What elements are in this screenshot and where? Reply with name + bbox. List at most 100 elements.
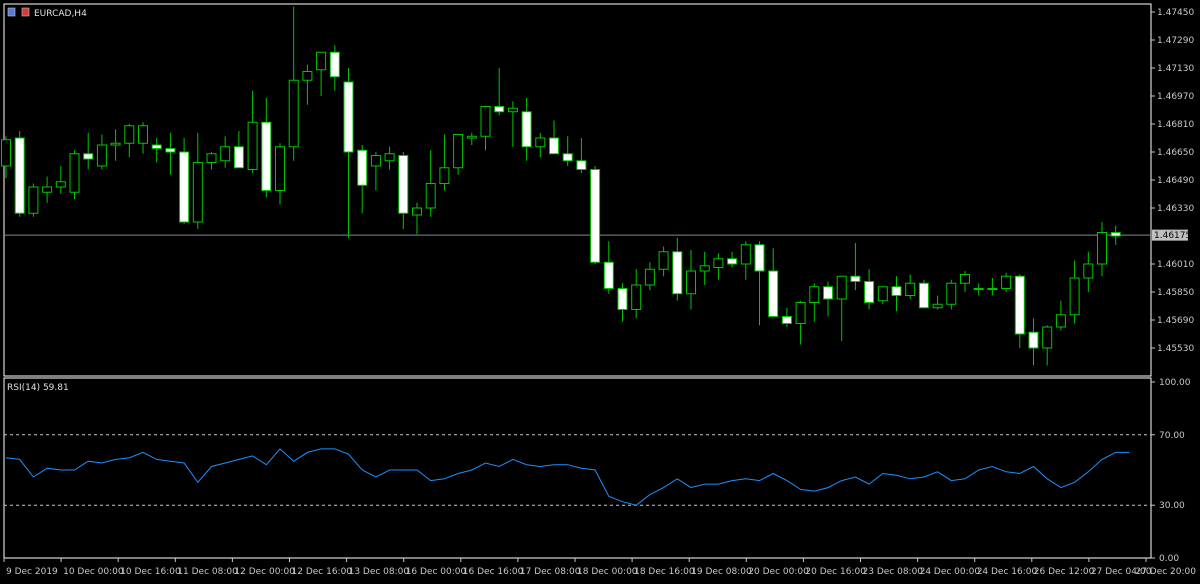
candle-body	[960, 274, 970, 284]
candle-body	[699, 265, 710, 272]
candle-body	[740, 244, 751, 265]
time-tick-label: 17 Dec 08:00	[520, 567, 581, 577]
time-tick-label: 13 Dec 08:00	[349, 567, 410, 577]
candle-body	[905, 282, 916, 296]
time-tick-label: 23 Dec 08:00	[863, 567, 924, 577]
flag-ca-icon	[21, 7, 30, 17]
candle-body	[425, 183, 436, 209]
chart-window[interactable]: 1.47450 1.47290 1.47130 1.46970 1.46810 1.466…	[0, 0, 1200, 584]
candle	[918, 279, 929, 309]
price-tick-label: 1.47130	[1157, 64, 1194, 74]
price-tick-label: 1.46490	[1157, 176, 1194, 186]
candle-body	[1069, 277, 1080, 316]
candle-body	[275, 146, 285, 191]
candle-body	[55, 181, 66, 188]
rsi-label: RSI(14) 59.81	[7, 383, 69, 393]
candle-body	[179, 151, 190, 223]
price-tick-label: 1.46810	[1157, 120, 1194, 130]
price-tick-label: 1.46330	[1157, 204, 1194, 214]
candle-body	[754, 244, 765, 272]
candle-body	[261, 121, 272, 191]
time-tick-label: 20 Dec 16:00	[805, 567, 866, 577]
candle-body	[110, 142, 121, 146]
candle-body	[809, 286, 820, 303]
candle-body	[42, 186, 53, 193]
candle-body	[562, 153, 573, 162]
rsi-tick-label: 70.00	[1159, 431, 1185, 441]
candle	[28, 183, 39, 217]
candle-body	[1097, 232, 1107, 265]
candle-body	[439, 167, 450, 184]
candle-body	[69, 153, 80, 193]
candle-body	[727, 258, 738, 265]
candle-body	[686, 270, 696, 295]
time-tick-label: 16 Dec 16:00	[463, 567, 524, 577]
candle-body	[370, 155, 381, 167]
flag-eu-icon	[7, 7, 16, 17]
current-price-tag: 1.46175	[1152, 229, 1191, 241]
candle-body	[494, 106, 505, 113]
candle-body	[891, 286, 902, 296]
candle-body	[14, 137, 25, 214]
time-tick-label: 9 Dec 2019	[6, 567, 58, 577]
candle-body	[206, 153, 217, 163]
candle-body	[288, 79, 299, 148]
candle-body	[576, 160, 587, 170]
price-tick-label: 1.46970	[1157, 92, 1194, 102]
candle-body	[233, 146, 244, 169]
candle-body	[987, 288, 998, 290]
candle-body	[768, 270, 779, 317]
candle	[69, 150, 80, 200]
candle-body	[302, 71, 313, 81]
candle-body	[590, 169, 601, 263]
time-tick-label: 12 Dec 16:00	[292, 567, 353, 577]
time-tick-label: 19 Dec 08:00	[691, 567, 752, 577]
candle-body	[1028, 331, 1039, 349]
candle-body	[398, 155, 409, 214]
candle	[14, 131, 25, 217]
candle-body	[781, 316, 792, 324]
candle-body	[795, 302, 806, 324]
rsi-tick-label: 30.00	[1159, 501, 1185, 511]
time-tick-label: 10 Dec 00:00	[63, 567, 124, 577]
time-tick-label: 27 Dec 20:00	[1135, 567, 1196, 577]
price-tick-label: 1.47290	[1157, 36, 1194, 46]
candle-body	[823, 286, 833, 300]
candle-body	[946, 282, 957, 305]
candle-body	[138, 125, 148, 144]
symbol-label: EURCAD,H4	[34, 9, 87, 19]
time-tick-label: 26 Dec 12:00	[1034, 567, 1095, 577]
candle-body	[631, 284, 642, 310]
candle-body	[343, 81, 354, 153]
price-tick-label: 1.45690	[1157, 316, 1194, 326]
candle-body	[192, 162, 203, 223]
candle-body	[83, 153, 94, 160]
candle-body	[220, 146, 231, 162]
time-tick-label: 24 Dec 00:00	[920, 567, 981, 577]
candle-body	[864, 281, 875, 303]
time-tick-label: 12 Dec 00:00	[234, 567, 295, 577]
candle-body	[357, 149, 368, 186]
rsi-tick-label: 100.00	[1159, 378, 1191, 388]
candle-body	[1, 139, 11, 167]
candle-body	[316, 51, 327, 71]
candle-body	[877, 286, 888, 302]
time-tick-label: 24 Dec 16:00	[977, 567, 1038, 577]
time-tick-label: 10 Dec 16:00	[120, 567, 181, 577]
candle-body	[1042, 326, 1053, 349]
time-tick-label: 20 Dec 00:00	[748, 567, 809, 577]
price-tick-label: 1.45850	[1157, 288, 1194, 298]
candle-body	[1083, 263, 1094, 279]
candle-body	[1055, 314, 1066, 328]
candle-body	[247, 121, 258, 170]
candle-body	[480, 106, 491, 137]
candle-body	[549, 137, 559, 155]
candle-body	[466, 135, 477, 139]
candle-body	[535, 137, 546, 148]
candle-body	[165, 148, 176, 153]
time-tick-label: 11 Dec 08:00	[177, 567, 238, 577]
candle-body	[384, 153, 395, 162]
candle-body	[124, 125, 135, 144]
candle-body	[850, 275, 861, 282]
candle-body	[603, 261, 614, 289]
